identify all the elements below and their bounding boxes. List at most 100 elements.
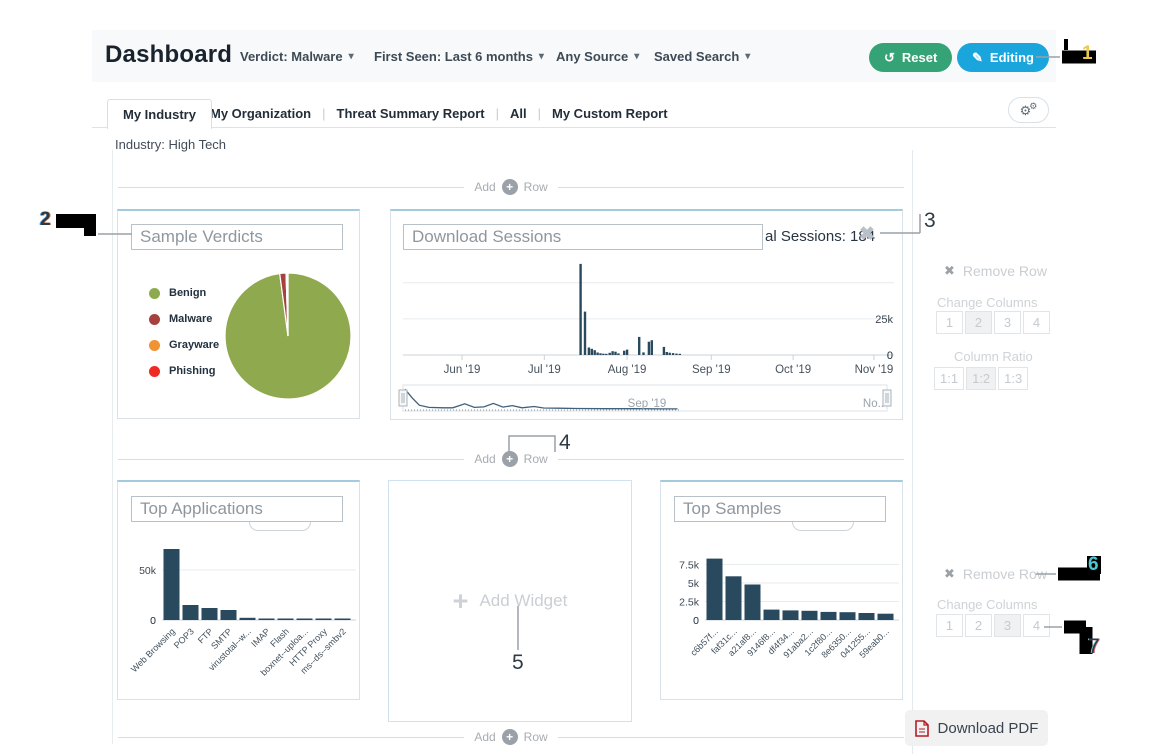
download-sessions-widget: al Sessions: 184 ✖ 025k0Jun '19Jul '19Au… bbox=[390, 209, 903, 420]
columns-4-button[interactable]: 4 bbox=[1023, 311, 1050, 334]
add-row-divider[interactable]: Add + Row bbox=[118, 730, 904, 744]
tabs-underline bbox=[92, 127, 1056, 128]
change-columns-group: 1 2 3 4 bbox=[936, 311, 1050, 334]
download-pdf-button[interactable]: Download PDF bbox=[905, 710, 1048, 746]
svg-text:Sep '19: Sep '19 bbox=[628, 398, 667, 410]
columns-3-button[interactable]: 3 bbox=[994, 311, 1021, 334]
add-row-label: Add + Row bbox=[464, 729, 557, 745]
columns-1-button[interactable]: 1 bbox=[936, 311, 963, 334]
industry-subtitle: Industry: High Tech bbox=[115, 137, 226, 152]
callout-number: 7 bbox=[1088, 636, 1100, 657]
filter-first-seen[interactable]: First Seen: Last 6 months ▾ bbox=[374, 30, 544, 82]
svg-text:Aug '19: Aug '19 bbox=[608, 364, 647, 376]
callout-marker-7: 7 bbox=[1044, 610, 1114, 662]
tab-my-organization[interactable]: My Organization bbox=[210, 106, 311, 121]
svg-text:0: 0 bbox=[887, 350, 893, 362]
dashboard-page: Dashboard Verdict: Malware ▾ First Seen:… bbox=[0, 0, 1152, 754]
tab-bar: My Organization | Threat Summary Report … bbox=[210, 99, 668, 127]
timeline-navigator[interactable]: Sep '19 No.. bbox=[395, 383, 900, 417]
change-columns-label: Change Columns bbox=[937, 597, 1037, 612]
tab-all[interactable]: All bbox=[510, 106, 527, 121]
columns-4-button[interactable]: 4 bbox=[1023, 614, 1050, 637]
add-text: Add bbox=[474, 452, 495, 466]
download-pdf-label: Download PDF bbox=[938, 720, 1039, 737]
svg-text:7.5k: 7.5k bbox=[679, 560, 700, 572]
top-samples-widget: 02.5k5k7.5k0c6b57f...faf31c...a21af8...9… bbox=[660, 480, 903, 700]
top-samples-chart: 02.5k5k7.5k0c6b57f...faf31c...a21af8...9… bbox=[667, 538, 900, 698]
tab-my-industry-label: My Industry bbox=[123, 107, 196, 122]
legend-swatch bbox=[149, 288, 160, 299]
row-text: Row bbox=[524, 452, 548, 466]
editing-button[interactable]: ✎ Editing bbox=[957, 43, 1049, 72]
add-widget-label: Add Widget bbox=[479, 591, 567, 611]
divider-line bbox=[558, 187, 904, 188]
legend-label: Benign bbox=[169, 287, 206, 299]
tab-separator: | bbox=[322, 106, 325, 121]
columns-3-button[interactable]: 3 bbox=[994, 614, 1021, 637]
svg-text:Sep '19: Sep '19 bbox=[692, 364, 731, 376]
reset-button[interactable]: ↺ Reset bbox=[869, 43, 952, 72]
chevron-down-icon: ▾ bbox=[634, 51, 639, 62]
chevron-down-icon: ▾ bbox=[745, 51, 750, 62]
change-columns-label: Change Columns bbox=[937, 295, 1037, 310]
header-bar: Dashboard Verdict: Malware ▾ First Seen:… bbox=[92, 30, 1056, 82]
columns-1-button[interactable]: 1 bbox=[936, 614, 963, 637]
widget-control-peek bbox=[249, 522, 311, 531]
widget-title-input[interactable] bbox=[131, 496, 343, 522]
saved-search-label: Saved Search bbox=[654, 49, 739, 64]
widget-title-input[interactable] bbox=[674, 496, 886, 522]
tab-threat-summary-report[interactable]: Threat Summary Report bbox=[337, 106, 485, 121]
dashboard-settings-button[interactable]: ⚙ ⚙ bbox=[1008, 97, 1049, 123]
callout-number: 4 bbox=[559, 432, 571, 453]
download-sessions-chart: 025k0Jun '19Jul '19Aug '19Sep '19Oct '19… bbox=[395, 257, 900, 381]
column-ratio-group: 1:1 1:2 1:3 bbox=[934, 367, 1028, 390]
ratio-1-2-button[interactable]: 1:2 bbox=[966, 367, 996, 390]
callout-number: 1 bbox=[1082, 44, 1093, 63]
top-applications-widget: 050k0Web BrowsingPOP3FTPSMTPvirustotal--… bbox=[117, 480, 360, 700]
svg-text:Jul '19: Jul '19 bbox=[528, 364, 561, 376]
add-row-divider[interactable]: Add + Row bbox=[118, 452, 904, 466]
divider-line bbox=[558, 459, 904, 460]
row-text: Row bbox=[524, 180, 548, 194]
remove-row-button[interactable]: ✖ Remove Row bbox=[944, 263, 1047, 279]
add-row-divider[interactable]: Add + Row bbox=[118, 180, 904, 194]
widget-title-input[interactable] bbox=[131, 224, 343, 250]
add-circle-icon[interactable]: + bbox=[502, 729, 518, 745]
change-columns-group: 1 2 3 4 bbox=[936, 614, 1050, 637]
add-circle-icon[interactable]: + bbox=[502, 451, 518, 467]
svg-text:Oct '19: Oct '19 bbox=[775, 364, 811, 376]
ratio-1-1-button[interactable]: 1:1 bbox=[934, 367, 964, 390]
chevron-down-icon: ▾ bbox=[539, 51, 544, 62]
content-right-border bbox=[912, 150, 913, 754]
filter-source[interactable]: Any Source ▾ bbox=[556, 30, 639, 82]
filter-verdict[interactable]: Verdict: Malware ▾ bbox=[240, 30, 354, 82]
top-applications-chart: 050k0Web BrowsingPOP3FTPSMTPvirustotal--… bbox=[124, 538, 357, 698]
add-row-label: Add + Row bbox=[464, 451, 557, 467]
svg-text:5k: 5k bbox=[688, 578, 700, 590]
saved-search-dropdown[interactable]: Saved Search ▾ bbox=[654, 30, 750, 82]
remove-icon: ✖ bbox=[944, 566, 955, 582]
close-widget-icon[interactable]: ✖ bbox=[859, 223, 875, 246]
reset-label: Reset bbox=[902, 50, 937, 65]
svg-text:No..: No.. bbox=[863, 398, 884, 410]
columns-2-button[interactable]: 2 bbox=[965, 614, 992, 637]
add-row-label: Add + Row bbox=[464, 179, 557, 195]
remove-row-button[interactable]: ✖ Remove Row bbox=[944, 566, 1047, 582]
tab-my-industry[interactable]: My Industry bbox=[107, 99, 212, 129]
callout-number: 3 bbox=[924, 210, 936, 231]
pie-legend: BenignMalwareGraywarePhishing bbox=[149, 287, 219, 377]
gear-icon: ⚙ bbox=[1029, 102, 1037, 111]
columns-2-button[interactable]: 2 bbox=[965, 311, 992, 334]
divider-line bbox=[118, 187, 464, 188]
tab-my-custom-report[interactable]: My Custom Report bbox=[552, 106, 668, 121]
divider-line bbox=[118, 737, 464, 738]
filter-verdict-label: Verdict: Malware bbox=[240, 49, 343, 64]
ratio-1-3-button[interactable]: 1:3 bbox=[998, 367, 1028, 390]
add-text: Add bbox=[474, 180, 495, 194]
legend-label: Malware bbox=[169, 313, 212, 325]
editing-label: Editing bbox=[990, 50, 1034, 65]
widget-title-input[interactable] bbox=[403, 224, 763, 250]
add-circle-icon[interactable]: + bbox=[502, 179, 518, 195]
add-widget-panel[interactable]: + Add Widget bbox=[388, 480, 632, 722]
content-left-border bbox=[112, 150, 113, 744]
